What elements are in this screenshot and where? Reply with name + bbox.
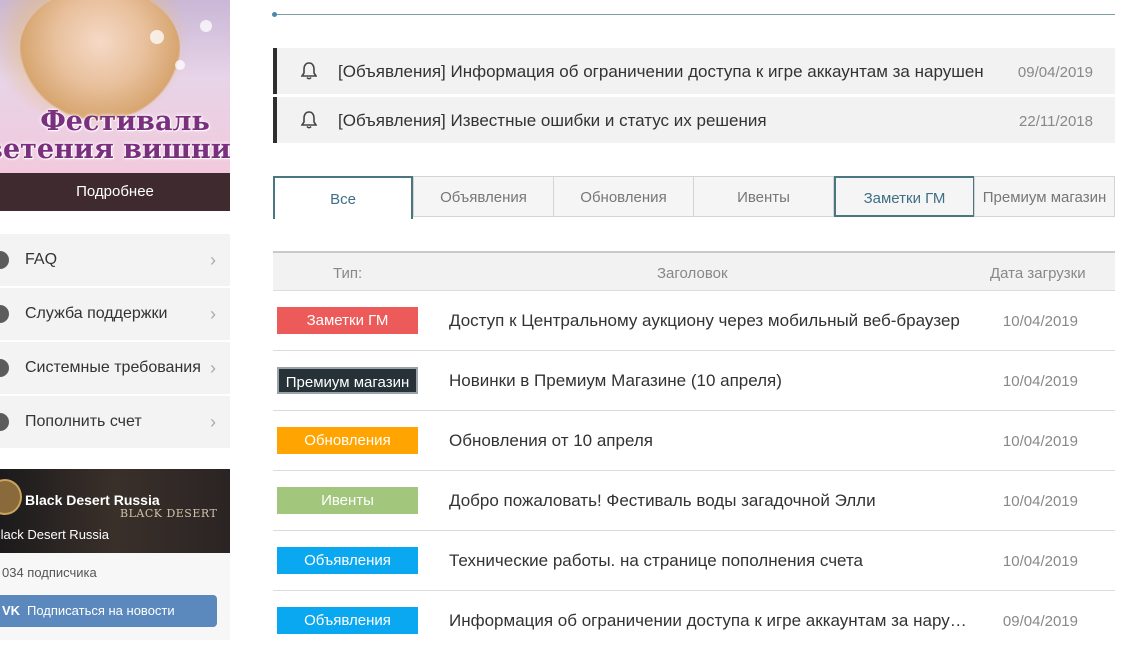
notice-title[interactable]: [Объявления] Известные ошибки и статус и… [338, 111, 998, 131]
chevron-right-icon: › [210, 412, 216, 432]
category-badge[interactable]: Обновления [277, 427, 418, 454]
row-title[interactable]: Доступ к Центральному аукциону через моб… [449, 311, 969, 331]
main-content: [Объявления] Информация об ограничении д… [272, 0, 1115, 640]
category-badge[interactable]: Объявления [277, 607, 418, 634]
table-row[interactable]: Заметки ГМ Доступ к Центральному аукцион… [273, 291, 1115, 351]
vk-group-avatar [0, 479, 22, 515]
column-header-title: Заголовок [657, 265, 728, 282]
column-header-type: Тип: [333, 265, 363, 282]
petal-decoration [200, 20, 212, 32]
promo-title-line1: Фестиваль [40, 106, 210, 137]
table-header: Тип: Заголовок Дата загрузки [273, 251, 1115, 291]
sidebar-item-label: Служба поддержки [25, 305, 168, 322]
table-row[interactable]: Премиум магазин Новинки в Премиум Магази… [273, 351, 1115, 411]
support-icon [0, 305, 9, 323]
black-desert-logo: BLACK DESERT [120, 507, 218, 520]
chevron-right-icon: › [210, 250, 216, 270]
row-title[interactable]: Новинки в Премиум Магазине (10 апреля) [449, 371, 969, 391]
row-date: 10/04/2019 [1002, 493, 1078, 510]
bell-icon [301, 62, 317, 80]
row-date: 10/04/2019 [1002, 313, 1078, 330]
tab-events[interactable]: Ивенты [693, 176, 834, 217]
pinned-notice[interactable]: [Объявления] Известные ошибки и статус и… [273, 97, 1115, 143]
tab-updates[interactable]: Обновления [553, 176, 694, 217]
promo-title: Фестиваль цветения вишни [0, 108, 230, 164]
category-badge[interactable]: Ивенты [277, 487, 418, 514]
promo-more-button[interactable]: Подробнее [0, 173, 230, 211]
row-title[interactable]: Технические работы. на странице пополнен… [449, 551, 969, 571]
sidebar-item-system-requirements[interactable]: Системные требования › [0, 342, 230, 396]
sidebar-item-support[interactable]: Служба поддержки › [0, 288, 230, 342]
chevron-right-icon: › [210, 358, 216, 378]
sidebar-item-label: FAQ [25, 251, 58, 268]
vk-group-subtitle: Black Desert Russia [0, 527, 110, 542]
sidebar-item-faq[interactable]: FAQ › [0, 234, 230, 288]
sidebar-item-label: Системные требования [25, 359, 201, 376]
category-badge[interactable]: Премиум магазин [277, 367, 418, 394]
vk-widget: BLACK DESERT Black Desert Russia Black D… [0, 469, 230, 640]
column-header-date: Дата загрузки [990, 265, 1086, 282]
tab-announcements[interactable]: Объявления [413, 176, 554, 217]
tab-all[interactable]: Все [273, 176, 413, 219]
pinned-notice[interactable]: [Объявления] Информация об ограничении д… [273, 48, 1115, 94]
tab-premium-shop[interactable]: Премиум магазин [974, 176, 1115, 217]
table-row[interactable]: Обновления Обновления от 10 апреля 10/04… [273, 411, 1115, 471]
row-title[interactable]: Добро пожаловать! Фестиваль воды загадоч… [449, 491, 969, 511]
table-row[interactable]: Объявления Информация об ограничении дос… [273, 591, 1115, 651]
notice-date: 09/04/2019 [1017, 64, 1093, 81]
question-icon [0, 251, 9, 269]
vk-icon: VK [2, 603, 21, 618]
vk-subscriber-count: 034 подписчика [2, 565, 97, 580]
promo-title-line2: цветения вишни [0, 134, 230, 165]
row-title[interactable]: Информация об ограничении доступа к игре… [449, 611, 969, 631]
table-row[interactable]: Ивенты Добро пожаловать! Фестиваль воды … [273, 471, 1115, 531]
divider-dot [272, 12, 277, 17]
petal-decoration [150, 30, 164, 44]
row-title[interactable]: Обновления от 10 апреля [449, 431, 969, 451]
row-date: 10/04/2019 [1002, 553, 1078, 570]
sidebar-menu: FAQ › Служба поддержки › Системные требо… [0, 234, 230, 450]
sidebar-item-top-up[interactable]: Пополнить счет › [0, 396, 230, 450]
wallet-icon [0, 413, 9, 431]
vk-subscribe-button[interactable]: VK Подписаться на новости [0, 595, 217, 627]
divider [273, 14, 1115, 15]
sidebar: Фестиваль цветения вишни Подробнее FAQ ›… [0, 0, 231, 640]
category-tabs: Все Объявления Обновления Ивенты Заметки… [273, 176, 1115, 219]
petal-decoration [175, 60, 185, 70]
vk-group-cover[interactable]: BLACK DESERT Black Desert Russia Black D… [0, 469, 230, 553]
bell-icon [301, 111, 317, 129]
notice-title[interactable]: [Объявления] Информация об ограничении д… [338, 62, 998, 82]
row-date: 10/04/2019 [1002, 373, 1078, 390]
vk-group-name[interactable]: Black Desert Russia [25, 492, 160, 508]
system-icon [0, 359, 9, 377]
sidebar-item-label: Пополнить счет [25, 413, 142, 430]
row-date: 09/04/2019 [1002, 613, 1078, 630]
promo-banner[interactable]: Фестиваль цветения вишни [0, 0, 230, 173]
row-date: 10/04/2019 [1002, 433, 1078, 450]
vk-subscribe-label: Подписаться на новости [27, 603, 175, 618]
category-badge[interactable]: Объявления [277, 547, 418, 574]
notice-date: 22/11/2018 [1019, 113, 1093, 130]
category-badge[interactable]: Заметки ГМ [277, 307, 418, 334]
promo-art-character [20, 0, 180, 120]
tab-gm-notes[interactable]: Заметки ГМ [834, 176, 975, 217]
table-row[interactable]: Объявления Технические работы. на страни… [273, 531, 1115, 591]
chevron-right-icon: › [210, 304, 216, 324]
